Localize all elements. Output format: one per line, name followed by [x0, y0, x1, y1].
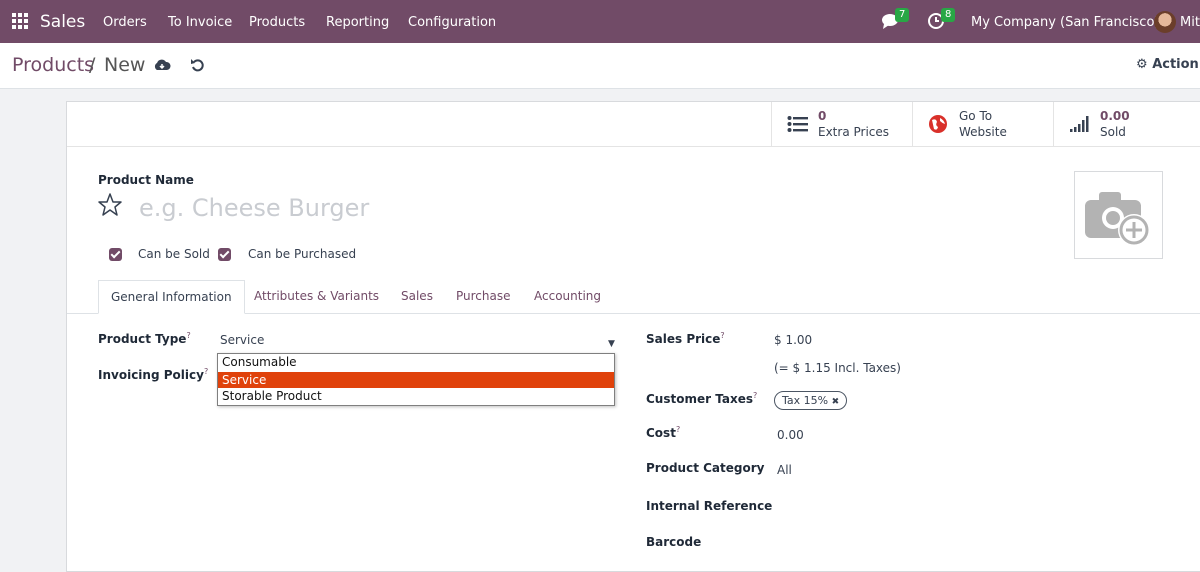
messages-badge: 7 [895, 8, 910, 22]
help-tooltip-icon[interactable]: ? [676, 425, 680, 434]
product-type-label: Product Type? [98, 331, 191, 346]
chevron-down-icon[interactable]: ▼ [608, 339, 615, 349]
internal-reference-label: Internal Reference [646, 499, 773, 513]
camera-add-icon [1085, 192, 1150, 246]
activities-badge: 8 [941, 8, 956, 22]
menu-products[interactable]: Products [249, 15, 305, 30]
extra-prices-label: Extra Prices [818, 125, 890, 139]
sold-value: 0.00 [1100, 109, 1130, 123]
tax-tag-label: Tax 15% [782, 394, 829, 407]
tab-attributes-variants[interactable]: Attributes & Variants [254, 289, 379, 303]
form-sheet: 0 Extra Prices Go To Website 0.00 Sold P… [66, 101, 1200, 572]
help-tooltip-icon[interactable]: ? [204, 367, 208, 376]
go-to-website-button[interactable]: Go To Website [912, 102, 1053, 147]
user-avatar[interactable] [1154, 11, 1176, 33]
invoicing-policy-label: Invoicing Policy? [98, 367, 209, 382]
can-be-sold-checkbox[interactable] [109, 248, 122, 261]
sales-price-label: Sales Price? [646, 331, 725, 346]
company-switcher[interactable]: My Company (San Francisco) [971, 15, 1159, 30]
tab-general-information[interactable]: General Information [98, 280, 245, 314]
tab-accounting[interactable]: Accounting [534, 289, 601, 303]
cloud-save-icon[interactable] [153, 56, 171, 74]
menu-to-invoice[interactable]: To Invoice [168, 15, 232, 30]
tax-tag: Tax 15% ✖ [774, 391, 848, 410]
top-navbar: Sales Orders To Invoice Products Reporti… [0, 0, 1200, 43]
product-name-input[interactable]: e.g. Cheese Burger [139, 194, 369, 222]
action-label: Action [1152, 57, 1199, 72]
can-be-purchased-checkbox[interactable] [218, 248, 231, 261]
activities-button[interactable]: 8 [927, 8, 956, 34]
messages-button[interactable]: 7 [881, 8, 910, 34]
menu-reporting[interactable]: Reporting [326, 15, 389, 30]
menu-configuration[interactable]: Configuration [408, 15, 496, 30]
apps-menu-icon[interactable] [12, 13, 28, 29]
signal-bars-icon [1070, 116, 1089, 132]
option-storable-product[interactable]: Storable Product [218, 388, 614, 404]
cost-input[interactable]: 0.00 [777, 428, 804, 442]
customer-taxes-label: Customer Taxes? [646, 391, 758, 406]
tab-sales[interactable]: Sales [401, 289, 433, 303]
user-name[interactable]: Mit [1180, 15, 1200, 30]
tab-purchase[interactable]: Purchase [456, 289, 511, 303]
breadcrumb-separator: / [89, 54, 96, 76]
option-consumable[interactable]: Consumable [218, 354, 614, 370]
sales-price-incl-taxes: (= $ 1.15 Incl. Taxes) [774, 361, 901, 375]
website-label-line2: Website [959, 125, 1007, 139]
gear-icon: ⚙ [1136, 57, 1148, 72]
remove-tag-icon[interactable]: ✖ [832, 397, 840, 407]
product-image-upload[interactable] [1074, 171, 1163, 259]
breadcrumb-current: New [104, 54, 146, 76]
can-be-sold-label: Can be Sold [138, 247, 210, 261]
product-category-label: Product Category [646, 461, 765, 475]
button-box: 0 Extra Prices Go To Website 0.00 Sold [67, 102, 1200, 147]
help-tooltip-icon[interactable]: ? [186, 331, 190, 340]
sold-button[interactable]: 0.00 Sold [1053, 102, 1200, 147]
product-type-select[interactable]: Service [220, 333, 264, 347]
app-name[interactable]: Sales [40, 12, 85, 32]
control-panel: Products / New ⚙ Action [0, 43, 1200, 89]
extra-prices-count: 0 [818, 109, 827, 123]
help-tooltip-icon[interactable]: ? [753, 391, 757, 400]
cost-label: Cost? [646, 425, 681, 440]
help-tooltip-icon[interactable]: ? [720, 331, 724, 340]
menu-orders[interactable]: Orders [103, 15, 147, 30]
discard-undo-icon[interactable] [189, 56, 207, 74]
sales-price-input[interactable]: $ 1.00 [774, 333, 812, 347]
sold-label: Sold [1100, 125, 1126, 139]
website-label-line1: Go To [959, 109, 993, 123]
globe-icon [929, 115, 947, 133]
product-name-label: Product Name [98, 173, 194, 187]
option-service[interactable]: Service [218, 372, 614, 388]
action-menu-button[interactable]: ⚙ Action [1136, 57, 1199, 72]
breadcrumb-products[interactable]: Products [12, 54, 94, 76]
product-type-dropdown: Consumable Service Storable Product [217, 353, 615, 406]
list-icon [787, 116, 808, 132]
product-category-input[interactable]: All [777, 463, 792, 477]
barcode-label: Barcode [646, 535, 702, 549]
can-be-purchased-label: Can be Purchased [248, 247, 357, 261]
extra-prices-button[interactable]: 0 Extra Prices [771, 102, 912, 147]
favorite-star-icon[interactable] [97, 192, 123, 218]
notebook-tabs: General Information Attributes & Variant… [67, 280, 1200, 314]
